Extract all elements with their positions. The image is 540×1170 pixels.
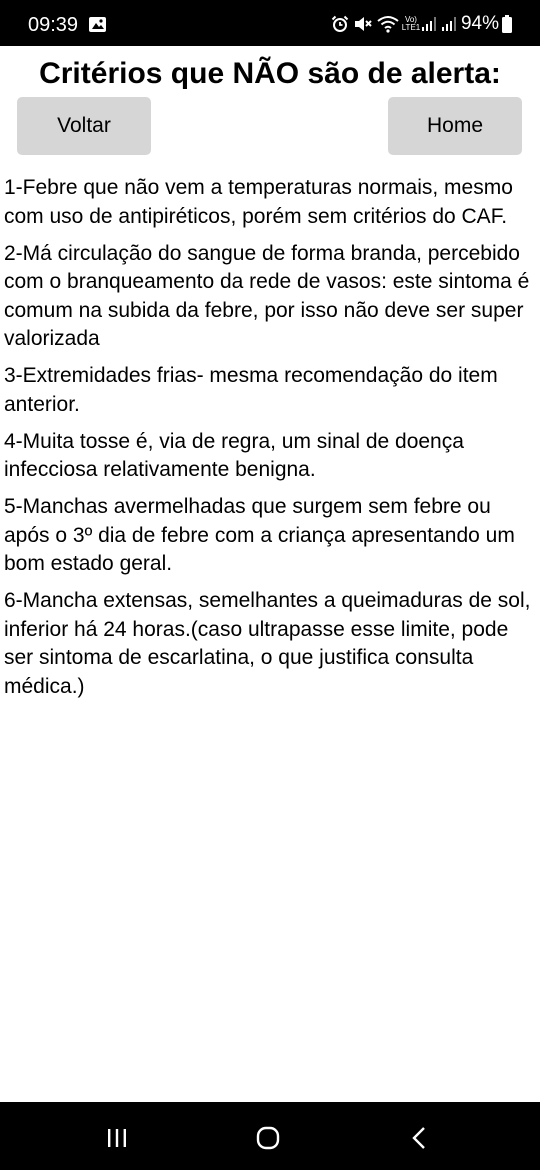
status-time: 09:39 [28,14,79,36]
home-circle-icon[interactable] [250,1120,286,1156]
back-chevron-icon[interactable] [402,1120,438,1156]
battery-percentage: 94% [460,13,499,34]
navigation-bar [0,1102,540,1170]
home-button[interactable]: Home [388,97,522,155]
alarm-icon [331,15,349,32]
criteria-item: 5-Manchas avermelhadas que surgem sem fe… [4,495,515,575]
gallery-icon [89,17,106,32]
criteria-item: 4-Muita tosse é, via de regra, um sinal … [4,429,464,482]
signal-icon [421,17,436,31]
status-icons: Vo) LTE1 94% [331,12,512,36]
page-title: Critérios que NÃO são de alerta: [39,57,501,90]
criteria-item: 2-Má circulação do sangue de forma brand… [4,241,530,351]
criteria-item: 1-Febre que não vem a temperaturas norma… [4,176,513,228]
signal-icon [441,17,456,31]
recent-apps-icon[interactable] [99,1120,135,1156]
battery-icon [502,15,512,33]
wifi-icon [377,16,399,33]
criteria-item: 3-Extremidades frias- mesma recomendação… [4,364,498,416]
status-bar: 09:39 Vo) LTE1 94% [0,0,540,46]
criteria-item: 6-Mancha extensas, semelhantes a queimad… [4,589,531,698]
mute-icon [354,17,372,31]
back-button[interactable]: Voltar [17,97,151,155]
criteria-list: 1-Febre que não vem a temperaturas norma… [4,174,536,710]
network-type-label: Vo) LTE1 [401,15,421,32]
